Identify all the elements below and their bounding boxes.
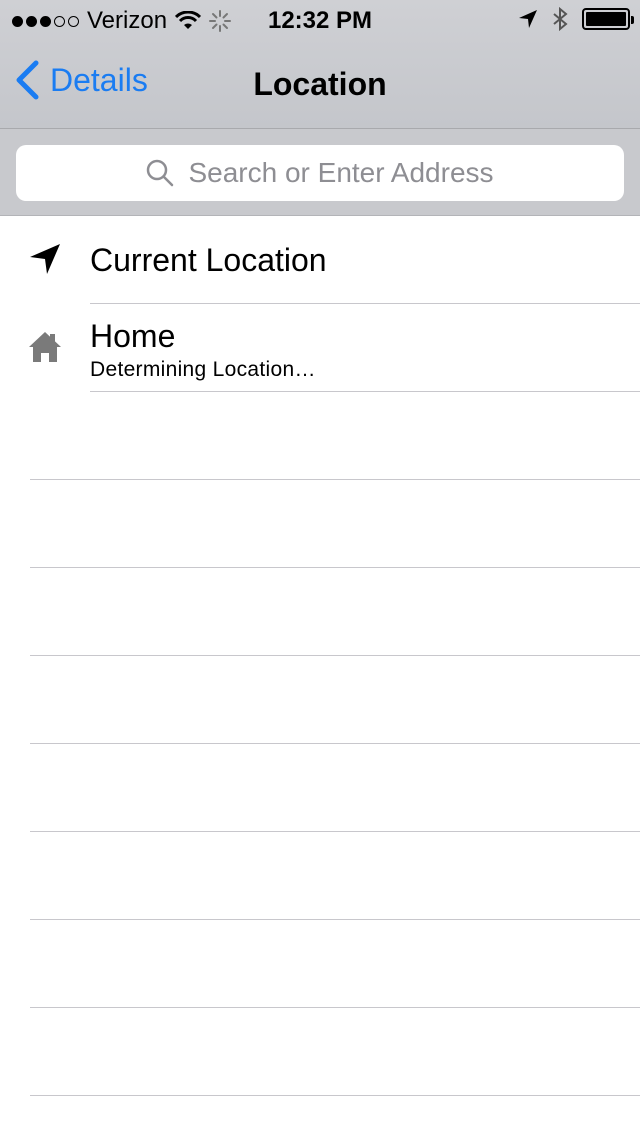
empty-row	[0, 1008, 640, 1096]
search-icon	[147, 159, 174, 187]
status-right	[518, 7, 634, 31]
search-bar: Search or Enter Address	[0, 128, 640, 216]
location-arrow-icon	[30, 244, 60, 274]
location-list: Current Location Home Determining Locati…	[0, 216, 640, 1096]
top-bar: Verizon 12:32 PM Details Location	[0, 0, 640, 128]
empty-row	[0, 568, 640, 656]
navigation-bar: Details Location	[0, 40, 640, 128]
list-item-home[interactable]: Home Determining Location…	[0, 304, 640, 392]
search-input[interactable]: Search or Enter Address	[16, 145, 624, 201]
location-services-icon	[519, 10, 537, 28]
empty-row	[0, 832, 640, 920]
row-separator	[30, 1095, 640, 1096]
page-title: Location	[253, 66, 387, 102]
list-item-subtitle: Determining Location…	[90, 358, 316, 381]
empty-row	[0, 392, 640, 480]
list-item-title: Current Location	[90, 242, 327, 278]
empty-row	[0, 920, 640, 1008]
status-bar: Verizon 12:32 PM	[0, 0, 640, 40]
list-item-current-location[interactable]: Current Location	[0, 216, 640, 304]
home-icon	[29, 332, 61, 362]
empty-row	[0, 656, 640, 744]
bluetooth-icon	[553, 7, 568, 31]
battery-icon	[582, 8, 634, 30]
battery-fill	[586, 12, 626, 26]
search-placeholder: Search or Enter Address	[188, 157, 494, 188]
empty-row	[0, 744, 640, 832]
empty-row	[0, 480, 640, 568]
list-item-title: Home	[90, 318, 176, 354]
